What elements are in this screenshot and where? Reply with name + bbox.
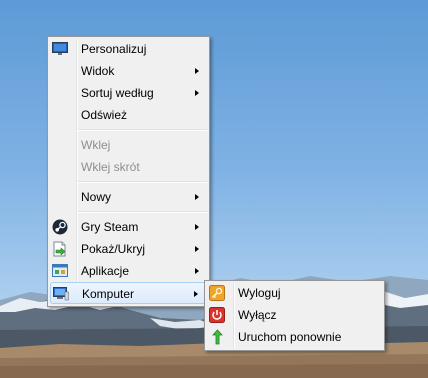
- menu-item-odswiez[interactable]: Odśwież: [50, 104, 207, 126]
- menu-separator: [78, 129, 207, 131]
- menu-item-label: Odśwież: [81, 108, 128, 122]
- menu-item-label: Gry Steam: [81, 220, 139, 234]
- menu-item-komputer[interactable]: Komputer: [50, 282, 207, 304]
- restart-icon: [209, 329, 225, 345]
- menu-item-wklej: Wklej: [50, 134, 207, 156]
- menu-item-nowy[interactable]: Nowy: [50, 186, 207, 208]
- submenu-arrow-icon: [195, 90, 199, 96]
- menu-item-label: Pokaż/Ukryj: [81, 242, 146, 256]
- menu-item-personalizuj[interactable]: Personalizuj: [50, 38, 207, 60]
- submenu-arrow-icon: [195, 194, 199, 200]
- menu-item-label: Nowy: [81, 190, 112, 204]
- desktop-context-menu: Personalizuj Widok Sortuj według Odśwież…: [47, 36, 210, 307]
- menu-item-wyloguj[interactable]: Wyloguj: [207, 282, 382, 304]
- menu-item-aplikacje[interactable]: Aplikacje: [50, 260, 207, 282]
- menu-item-label: Sortuj według: [81, 86, 154, 100]
- menu-item-label: Komputer: [82, 287, 135, 301]
- menu-item-sortuj[interactable]: Sortuj według: [50, 82, 207, 104]
- steam-icon: [52, 219, 68, 235]
- submenu-arrow-icon: [195, 68, 199, 74]
- menu-item-label: Wklej: [81, 138, 111, 152]
- submenu-arrow-icon: [195, 224, 199, 230]
- submenu-arrow-icon: [195, 246, 199, 252]
- komputer-submenu: Wyloguj Wyłącz Uruchom ponownie: [204, 280, 385, 351]
- menu-item-label: Aplikacje: [81, 264, 130, 278]
- menu-item-widok[interactable]: Widok: [50, 60, 207, 82]
- menu-item-wylacz[interactable]: Wyłącz: [207, 304, 382, 326]
- menu-item-pokaz-ukryj[interactable]: Pokaż/Ukryj: [50, 238, 207, 260]
- menu-item-label: Personalizuj: [81, 42, 147, 56]
- menu-item-wklej-skrot: Wklej skrót: [50, 156, 207, 178]
- applications-icon: [52, 263, 68, 279]
- menu-item-label: Wklej skrót: [81, 160, 140, 174]
- submenu-arrow-icon: [194, 291, 198, 297]
- menu-separator: [78, 181, 207, 183]
- menu-separator: [78, 211, 207, 213]
- menu-item-label: Wyloguj: [238, 286, 281, 300]
- monitor-icon: [52, 41, 68, 57]
- menu-item-label: Widok: [81, 64, 115, 78]
- power-icon: [209, 307, 225, 323]
- submenu-arrow-icon: [195, 268, 199, 274]
- menu-item-label: Wyłącz: [238, 308, 277, 322]
- computer-icon: [53, 286, 69, 302]
- menu-item-gry-steam[interactable]: Gry Steam: [50, 216, 207, 238]
- show-hide-icon: [52, 241, 68, 257]
- log-off-icon: [209, 285, 225, 301]
- menu-item-label: Uruchom ponownie: [238, 330, 342, 344]
- menu-item-uruchom-ponownie[interactable]: Uruchom ponownie: [207, 326, 382, 348]
